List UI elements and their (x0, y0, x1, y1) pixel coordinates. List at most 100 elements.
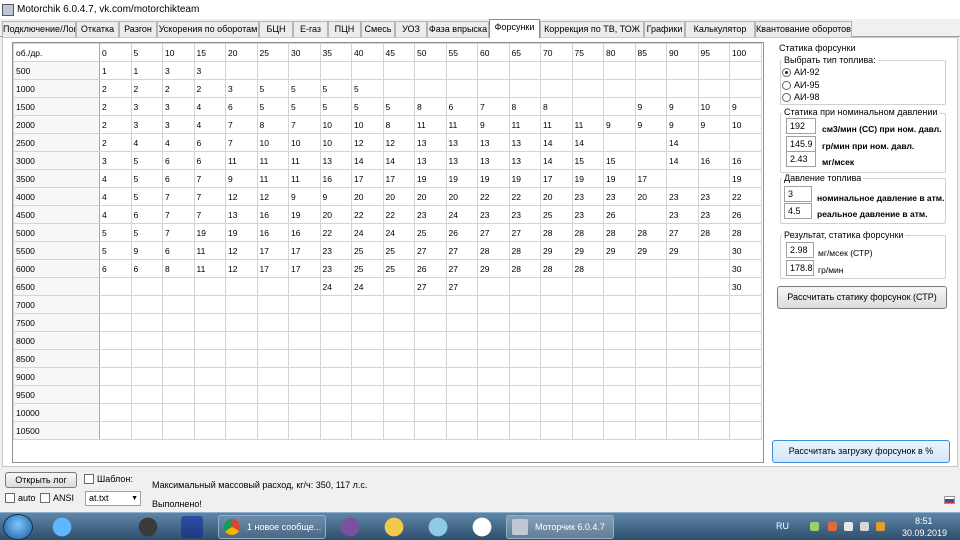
grid-cell[interactable] (666, 79, 699, 98)
grid-cell[interactable] (162, 277, 195, 296)
grid-cell[interactable]: 26 (414, 259, 447, 278)
flag-icon[interactable] (844, 522, 853, 531)
grid-cell[interactable]: 11 (508, 115, 541, 134)
grid-cell[interactable]: 4 (162, 133, 195, 152)
grid-cell[interactable] (508, 331, 541, 350)
tab-6[interactable]: Е-газ (293, 21, 328, 37)
grid-cell[interactable] (540, 61, 573, 80)
grid-cell[interactable] (414, 79, 447, 98)
grid-cell[interactable] (256, 385, 289, 404)
grid-cell[interactable]: 4 (99, 187, 132, 206)
grid-cell[interactable]: 28 (540, 223, 573, 242)
grid-cell[interactable] (193, 385, 226, 404)
grid-cell[interactable] (99, 295, 132, 314)
grid-cell[interactable] (225, 349, 258, 368)
grid-cell[interactable]: 20 (414, 187, 447, 206)
grid-cell[interactable] (130, 331, 163, 350)
grid-cell[interactable] (99, 349, 132, 368)
grid-cell[interactable]: 22 (729, 187, 762, 206)
grid-cell[interactable]: 30 (729, 277, 762, 296)
grid-cell[interactable] (508, 421, 541, 440)
grid-cell[interactable]: 30 (729, 241, 762, 260)
chrome-taskbar-button[interactable]: 1 новое сообще... (218, 515, 326, 539)
grid-cell[interactable] (603, 61, 636, 80)
grid-cell[interactable] (477, 367, 510, 386)
grid-cell[interactable] (99, 403, 132, 422)
grid-cell[interactable] (666, 331, 699, 350)
start-button[interactable] (3, 514, 33, 540)
grid-cell[interactable]: 29 (540, 241, 573, 260)
grid-cell[interactable]: 2 (99, 97, 132, 116)
grid-cell[interactable]: 6 (445, 97, 478, 116)
grid-cell[interactable]: 8 (382, 115, 415, 134)
grid-cell[interactable] (666, 313, 699, 332)
grid-cell[interactable]: 13 (508, 133, 541, 152)
grid-cell[interactable] (162, 367, 195, 386)
grid-cell[interactable] (634, 61, 667, 80)
tab-12[interactable]: Коррекция по ТВ, ТОЖ (540, 21, 644, 37)
grid-cell[interactable]: 5 (288, 97, 321, 116)
grid-cell[interactable] (571, 97, 604, 116)
grid-cell[interactable]: 1 (99, 61, 132, 80)
grid-cell[interactable] (571, 403, 604, 422)
grid-cell[interactable]: 5 (256, 79, 289, 98)
grid-cell[interactable] (99, 385, 132, 404)
tab-8[interactable]: Смесь (361, 21, 395, 37)
grid-cell[interactable] (571, 61, 604, 80)
grid-cell[interactable]: 28 (729, 223, 762, 242)
grid-cell[interactable]: 6 (130, 205, 163, 224)
grid-cell[interactable] (162, 421, 195, 440)
grid-cell[interactable] (382, 313, 415, 332)
grid-cell[interactable] (729, 403, 762, 422)
grid-cell[interactable]: 3 (99, 151, 132, 170)
file-select[interactable]: at.txt ▼ (85, 491, 141, 506)
grid-cell[interactable]: 2 (99, 115, 132, 134)
grid-cell[interactable]: 11 (256, 151, 289, 170)
grid-cell[interactable]: 19 (603, 169, 636, 188)
tab-15[interactable]: Квантование оборотов (755, 21, 852, 37)
result-grmin-input[interactable]: 178.8 (786, 260, 814, 276)
grid-cell[interactable] (351, 421, 384, 440)
grid-cell[interactable]: 3 (162, 115, 195, 134)
ansi-checkbox[interactable]: ANSI (40, 493, 74, 503)
grid-cell[interactable] (162, 331, 195, 350)
grid-cell[interactable] (571, 385, 604, 404)
grid-cell[interactable]: 28 (508, 241, 541, 260)
grid-cell[interactable] (288, 385, 321, 404)
grid-cell[interactable] (603, 79, 636, 98)
grid-cell[interactable]: 16 (288, 223, 321, 242)
grid-cell[interactable] (130, 313, 163, 332)
grid-cell[interactable]: 5 (130, 169, 163, 188)
grid-cell[interactable] (445, 421, 478, 440)
grid-cell[interactable]: 10 (729, 115, 762, 134)
grid-cell[interactable]: 10 (319, 133, 352, 152)
grid-cell[interactable] (288, 403, 321, 422)
grid-cell[interactable] (288, 367, 321, 386)
grid-cell[interactable] (193, 349, 226, 368)
grid-cell[interactable]: 8 (508, 97, 541, 116)
grid-cell[interactable] (477, 277, 510, 296)
viber-icon[interactable] (330, 516, 370, 538)
grid-cell[interactable]: 10 (256, 133, 289, 152)
grid-cell[interactable] (508, 295, 541, 314)
grid-cell[interactable]: 23 (603, 187, 636, 206)
grid-cell[interactable]: 9 (634, 115, 667, 134)
tab-7[interactable]: ПЦН (328, 21, 361, 37)
grid-cell[interactable]: 20 (445, 187, 478, 206)
grid-cell[interactable]: 9 (697, 115, 730, 134)
grid-cell[interactable] (445, 349, 478, 368)
grid-cell[interactable] (351, 349, 384, 368)
grid-cell[interactable] (508, 385, 541, 404)
grid-cell[interactable]: 6 (99, 259, 132, 278)
grid-cell[interactable]: 13 (414, 133, 447, 152)
grid-cell[interactable] (666, 421, 699, 440)
grid-cell[interactable]: 7 (193, 169, 226, 188)
tab-4[interactable]: Ускорения по оборотам (157, 21, 259, 37)
grid-cell[interactable] (99, 367, 132, 386)
grid-cell[interactable]: 23 (414, 205, 447, 224)
grid-cell[interactable]: 2 (193, 79, 226, 98)
grid-cell[interactable]: 16 (697, 151, 730, 170)
grid-cell[interactable] (540, 385, 573, 404)
grid-cell[interactable] (729, 61, 762, 80)
grid-cell[interactable]: 13 (225, 205, 258, 224)
